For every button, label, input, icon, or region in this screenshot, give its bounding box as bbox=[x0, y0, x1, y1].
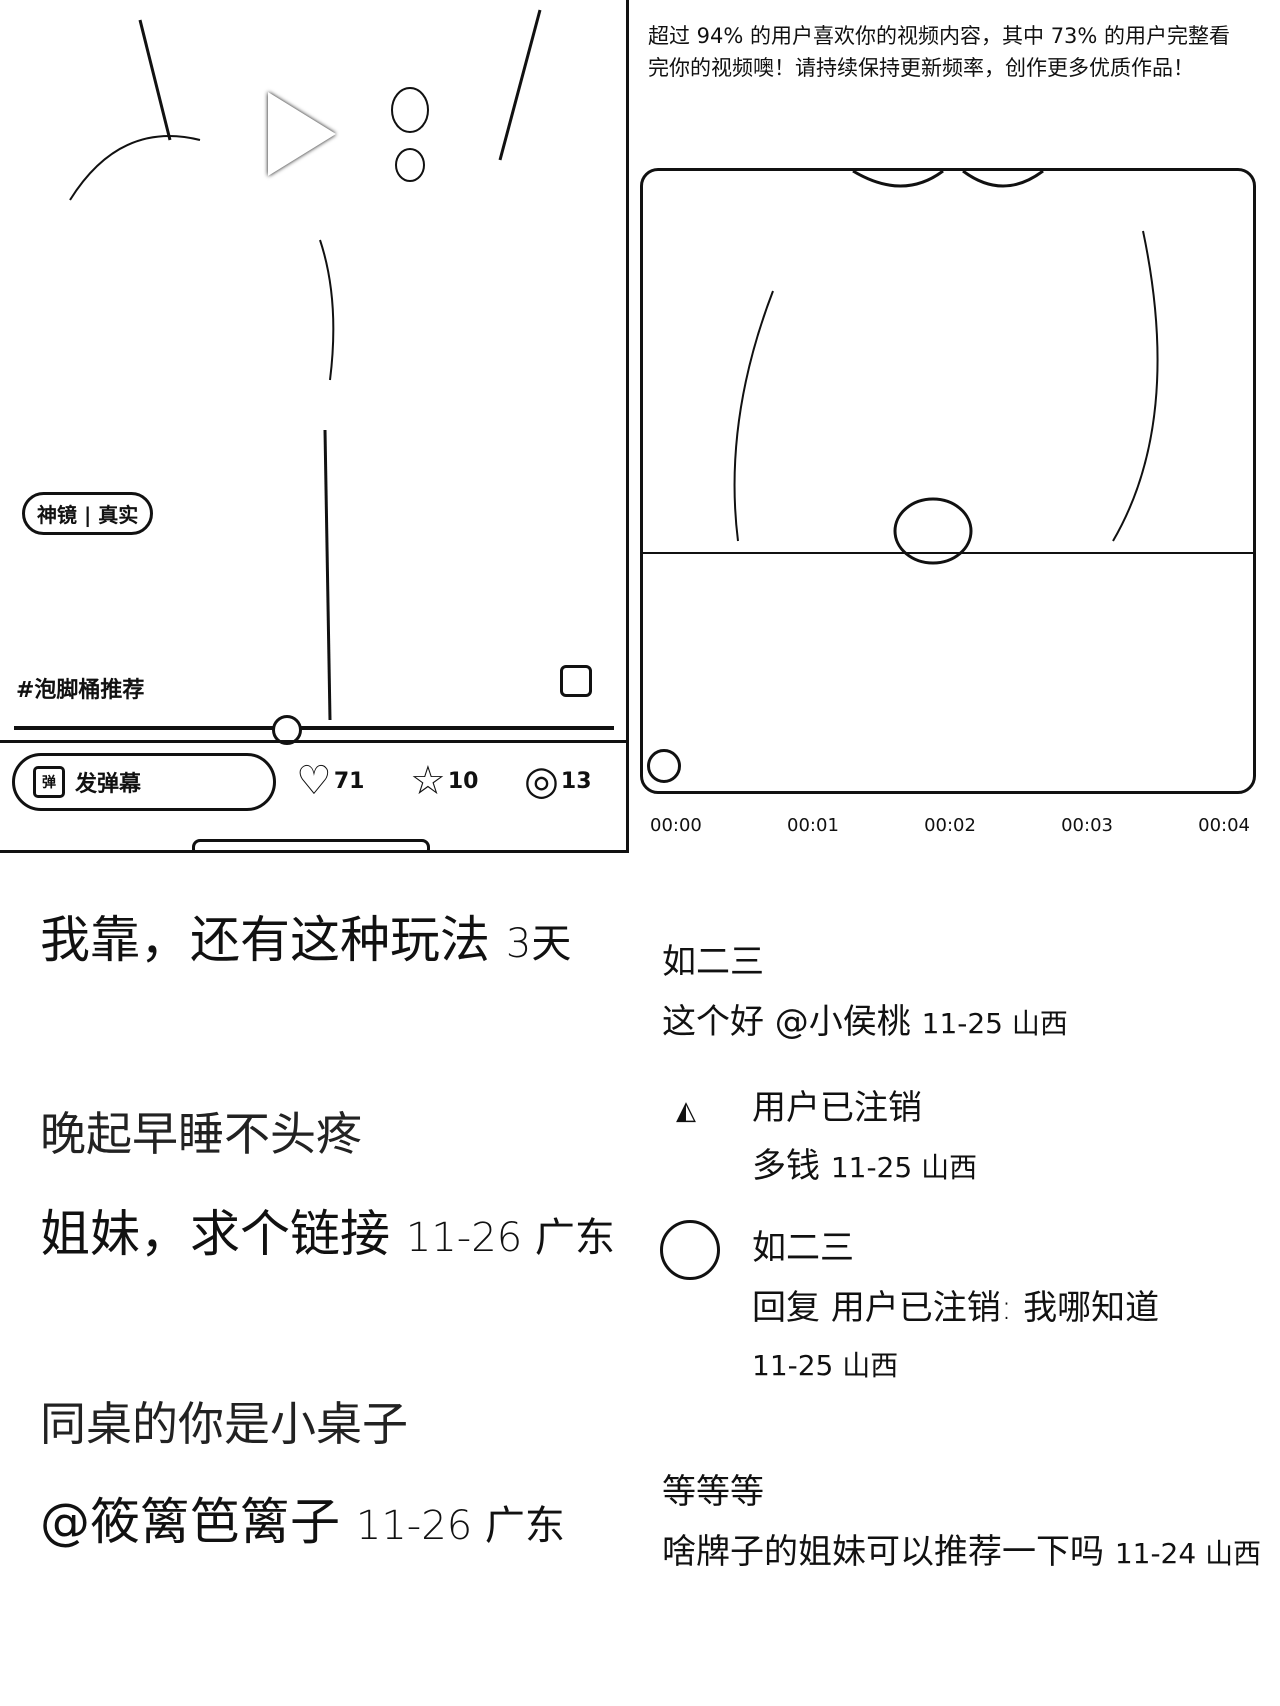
comment-meta: 11-26 广东 bbox=[355, 1503, 565, 1549]
home-indicator bbox=[192, 839, 430, 850]
comment-item[interactable]: 啥牌子的姐妹可以推荐一下吗 11-24 山西 bbox=[662, 1524, 1261, 1573]
video-tag[interactable]: 神镜 | 真实 bbox=[22, 492, 154, 535]
comment-list-left: 我靠，还有这种玩法 3天 晚起早睡不头疼 姐妹，求个链接 11-26 广东 同桌… bbox=[0, 860, 636, 1706]
comment-text: 这个好 @小侯桃 bbox=[662, 1002, 911, 1042]
timeline-label: 00:02 bbox=[924, 815, 976, 836]
comment-text: @筱篱笆篱子 bbox=[40, 1493, 340, 1551]
comment-username[interactable]: 如二三 bbox=[752, 1220, 854, 1269]
avatar[interactable] bbox=[660, 1220, 720, 1280]
comment-meta: 11-26 广东 bbox=[405, 1215, 615, 1261]
comment-button[interactable]: ◎ 13 bbox=[524, 761, 592, 801]
timeline-label: 00:04 bbox=[1198, 815, 1250, 836]
heart-icon: ♡ bbox=[296, 758, 332, 804]
comment-meta: 11-25 山西 bbox=[921, 1007, 1068, 1040]
comment-username[interactable]: 晚起早睡不头疼 bbox=[40, 1098, 362, 1164]
danmu-input[interactable]: 弹 发弹幕 bbox=[12, 753, 276, 811]
comment-text: 我靠，还有这种玩法 bbox=[40, 911, 490, 969]
comment-item[interactable]: @筱篱笆篱子 11-26 广东 bbox=[40, 1482, 565, 1554]
comment-text: 我哪知道 bbox=[1023, 1288, 1160, 1328]
like-count: 71 bbox=[333, 768, 365, 794]
video-player[interactable]: 神镜 | 真实 #泡脚桶推荐 弹 发弹幕 ♡ 71 ☆ 10 ◎ 13 bbox=[0, 0, 629, 853]
danmu-toggle-icon[interactable]: 弹 bbox=[33, 766, 65, 798]
video-frame bbox=[643, 171, 1253, 565]
progress-bar[interactable] bbox=[14, 726, 614, 730]
comment-meta: 3天 bbox=[505, 921, 572, 967]
scrubber-handle[interactable] bbox=[647, 749, 681, 783]
reply-prefix: 回复 bbox=[752, 1288, 820, 1328]
comment-item[interactable]: 多钱 11-25 山西 bbox=[752, 1138, 977, 1187]
comment-meta: 11-25 山西 bbox=[830, 1151, 978, 1184]
comment-username[interactable]: 等等等 bbox=[662, 1464, 764, 1513]
comment-item[interactable]: 回复 用户已注销: 我哪知道 bbox=[752, 1280, 1159, 1329]
comment-text: 啥牌子的姐妹可以推荐一下吗 bbox=[662, 1532, 1104, 1572]
comment-item[interactable]: 姐妹，求个链接 11-26 广东 bbox=[40, 1194, 615, 1266]
analysis-summary: 超过 94% 的用户喜欢你的视频内容，其中 73% 的用户完整看完你的视频噢！请… bbox=[648, 24, 1231, 80]
timeline-label: 00:03 bbox=[1061, 815, 1113, 836]
danmu-placeholder: 发弹幕 bbox=[75, 772, 142, 797]
chat-bubble-icon: ◎ bbox=[524, 758, 559, 804]
star-icon: ☆ bbox=[410, 758, 446, 804]
favorite-count: 10 bbox=[447, 768, 479, 794]
analysis-video-preview[interactable] bbox=[640, 168, 1256, 794]
action-bar: 弹 发弹幕 ♡ 71 ☆ 10 ◎ 13 bbox=[0, 740, 626, 850]
avatar[interactable]: ◭ bbox=[676, 1096, 696, 1126]
reply-to-user[interactable]: 用户已注销: bbox=[831, 1288, 1012, 1328]
comment-meta: 11-24 山西 bbox=[1114, 1537, 1262, 1570]
timeline-labels: 00:00 00:01 00:02 00:03 00:04 bbox=[650, 815, 1250, 836]
fullscreen-icon[interactable] bbox=[560, 665, 592, 697]
comment-text: 姐妹，求个链接 bbox=[40, 1205, 390, 1263]
comment-username[interactable]: 用户已注销 bbox=[752, 1080, 922, 1129]
like-button[interactable]: ♡ 71 bbox=[296, 761, 364, 801]
timeline-label: 00:00 bbox=[650, 815, 702, 836]
comment-username[interactable]: 同桌的你是小桌子 bbox=[40, 1388, 408, 1454]
comment-count: 13 bbox=[560, 768, 592, 794]
comment-meta: 11-25 山西 bbox=[752, 1349, 899, 1382]
timeline-label: 00:01 bbox=[787, 815, 839, 836]
comment-text: 多钱 bbox=[752, 1146, 820, 1186]
comment-item[interactable]: 我靠，还有这种玩法 3天 bbox=[40, 900, 571, 972]
comment-item[interactable]: 这个好 @小侯桃 11-25 山西 bbox=[662, 994, 1068, 1043]
favorite-button[interactable]: ☆ 10 bbox=[410, 761, 478, 801]
comment-username[interactable]: 如二三 bbox=[662, 934, 764, 983]
play-icon[interactable] bbox=[268, 92, 336, 176]
hashtag-link[interactable]: #泡脚桶推荐 bbox=[16, 672, 144, 704]
